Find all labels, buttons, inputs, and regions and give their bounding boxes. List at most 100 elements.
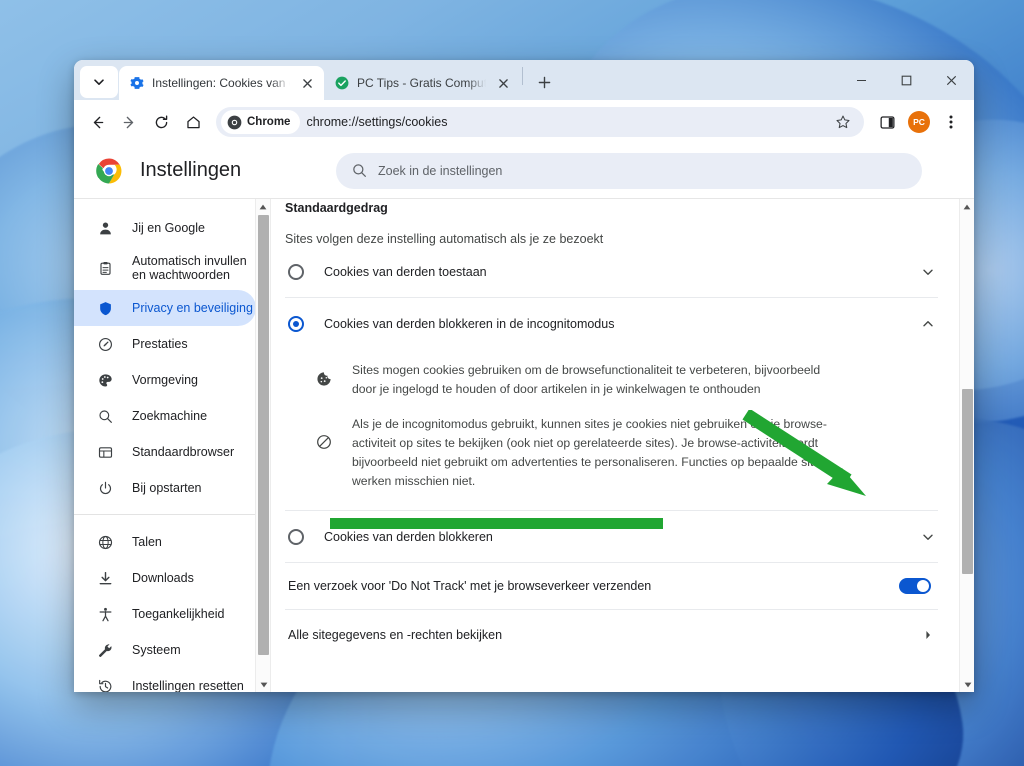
- tab-strip: Instellingen: Cookies van derde PC Tips …: [74, 60, 974, 100]
- radio-button[interactable]: [288, 529, 304, 545]
- bookmark-button[interactable]: [828, 107, 858, 137]
- new-tab-button[interactable]: [529, 67, 559, 97]
- chevron-down-icon: [93, 76, 105, 88]
- settings-search-input[interactable]: Zoek in de instellingen: [336, 153, 922, 189]
- sidebar-item-zoekmachine[interactable]: Zoekmachine: [74, 398, 256, 434]
- wrench-icon: [96, 641, 114, 659]
- reload-icon: [153, 114, 170, 131]
- sidebar-item-jij-en-google[interactable]: Jij en Google: [74, 210, 256, 246]
- settings-content: Standaardgedrag Sites volgen deze instel…: [270, 199, 974, 692]
- minimize-icon: [856, 75, 867, 86]
- sidebar-item-downloads[interactable]: Downloads: [74, 560, 256, 596]
- tab-settings[interactable]: Instellingen: Cookies van derde: [119, 66, 324, 100]
- close-icon: [946, 75, 957, 86]
- do-not-track-row[interactable]: Een verzoek voor 'Do Not Track' met je b…: [285, 562, 938, 610]
- green-check-icon: [335, 76, 349, 90]
- chevron-up-icon[interactable]: [918, 318, 938, 330]
- chevron-down-icon[interactable]: [918, 531, 938, 543]
- tab-close-button[interactable]: [298, 74, 316, 92]
- close-window-button[interactable]: [929, 60, 974, 100]
- sidebar-item-privacy-en-beveiliging[interactable]: Privacy en beveiliging: [74, 290, 256, 326]
- sidebar-item-label: Downloads: [132, 571, 194, 585]
- tab-search-button[interactable]: [80, 66, 118, 98]
- all-site-data-label: Alle sitegegevens en -rechten bekijken: [288, 628, 918, 642]
- chrome-origin-chip[interactable]: Chrome: [221, 110, 300, 134]
- chrome-icon: [227, 115, 242, 130]
- search-icon: [96, 407, 114, 425]
- forward-button[interactable]: [114, 107, 144, 137]
- sidebar-item-bij-opstarten[interactable]: Bij opstarten: [74, 470, 256, 506]
- radio-button[interactable]: [288, 264, 304, 280]
- palette-icon: [96, 371, 114, 389]
- detail-row-incognito: Als je de incognitomodus gebruikt, kunne…: [285, 408, 938, 500]
- tab-separator: [522, 67, 523, 85]
- sidebar-item-prestaties[interactable]: Prestaties: [74, 326, 256, 362]
- tab-title: PC Tips - Gratis Computer Tips: [357, 76, 486, 90]
- page-scrollbar-thumb[interactable]: [962, 389, 973, 574]
- tab-close-button[interactable]: [494, 74, 512, 92]
- expanded-description-area: Sites mogen cookies gebruiken om de brow…: [285, 350, 938, 510]
- address-bar[interactable]: Chrome chrome://settings/cookies: [216, 107, 864, 137]
- radio-block-third-party-incognito[interactable]: Cookies van derden blokkeren in de incog…: [285, 298, 938, 350]
- sidebar-item-toegankelijkheid[interactable]: Toegankelijkheid: [74, 596, 256, 632]
- sidebar-scrollbar-thumb[interactable]: [258, 215, 269, 655]
- chevron-right-icon[interactable]: [918, 630, 938, 640]
- history-reset-icon: [96, 677, 114, 692]
- star-icon: [835, 114, 851, 130]
- home-icon: [185, 114, 202, 131]
- sidebar-item-label: Bij opstarten: [132, 481, 201, 495]
- scroll-down-arrow-icon[interactable]: [256, 677, 270, 692]
- reload-button[interactable]: [146, 107, 176, 137]
- sidebar-item-label: Jij en Google: [132, 221, 205, 235]
- settings-gear-icon: [130, 76, 144, 90]
- radio-label: Cookies van derden blokkeren in de incog…: [324, 317, 898, 331]
- default-behavior-title: Standaardgedrag: [285, 199, 938, 215]
- scroll-up-arrow-icon[interactable]: [960, 199, 974, 214]
- scroll-down-arrow-icon[interactable]: [960, 677, 974, 692]
- default-behavior-subtitle: Sites volgen deze instelling automatisch…: [285, 215, 938, 246]
- scroll-up-arrow-icon[interactable]: [256, 199, 270, 214]
- url-text[interactable]: chrome://settings/cookies: [306, 115, 822, 129]
- three-dots-icon: [943, 114, 959, 130]
- side-panel-button[interactable]: [872, 107, 902, 137]
- do-not-track-toggle[interactable]: [899, 578, 931, 594]
- radio-label: Cookies van derden blokkeren: [324, 530, 898, 544]
- sidebar-item-systeem[interactable]: Systeem: [74, 632, 256, 668]
- detail-row-cookies: Sites mogen cookies gebruiken om de brow…: [285, 354, 938, 408]
- sidebar-item-label: Systeem: [132, 643, 181, 657]
- radio-button[interactable]: [288, 316, 304, 332]
- settings-search-placeholder: Zoek in de instellingen: [378, 164, 502, 178]
- back-arrow-icon: [89, 114, 106, 131]
- sidebar-item-vormgeving[interactable]: Vormgeving: [74, 362, 256, 398]
- power-icon: [96, 479, 114, 497]
- maximize-icon: [901, 75, 912, 86]
- sidebar-item-standaardbrowser[interactable]: Standaardbrowser: [74, 434, 256, 470]
- sidebar-item-talen[interactable]: Talen: [74, 524, 256, 560]
- plus-icon: [538, 76, 551, 89]
- sidebar-item-label: Privacy en beveiliging: [132, 301, 253, 315]
- tab-pctips[interactable]: PC Tips - Gratis Computer Tips: [324, 66, 520, 100]
- speedometer-icon: [96, 335, 114, 353]
- chevron-down-icon[interactable]: [918, 266, 938, 278]
- page-scrollbar[interactable]: [959, 199, 974, 692]
- radio-allow-third-party-cookies[interactable]: Cookies van derden toestaan: [285, 246, 938, 298]
- back-button[interactable]: [82, 107, 112, 137]
- forward-arrow-icon: [121, 114, 138, 131]
- sidebar-divider: [74, 514, 270, 515]
- minimize-button[interactable]: [839, 60, 884, 100]
- sidebar-item-instellingen-resetten[interactable]: Instellingen resetten: [74, 668, 256, 692]
- maximize-button[interactable]: [884, 60, 929, 100]
- sidebar-item-automatisch-invullen[interactable]: Automatisch invullen en wachtwoorden: [74, 246, 256, 290]
- sidebar-item-label: Standaardbrowser: [132, 445, 234, 459]
- all-site-data-row[interactable]: Alle sitegegevens en -rechten bekijken: [285, 610, 938, 660]
- search-icon: [352, 163, 367, 178]
- chrome-menu-button[interactable]: [936, 107, 966, 137]
- profile-avatar-button[interactable]: PC: [904, 107, 934, 137]
- green-underline-annotation: [330, 518, 663, 529]
- cookies-settings-panel: Standaardgedrag Sites volgen deze instel…: [271, 199, 974, 692]
- home-button[interactable]: [178, 107, 208, 137]
- sidebar-scrollbar[interactable]: [255, 199, 270, 692]
- sidebar-item-label: Vormgeving: [132, 373, 198, 387]
- chrome-chip-label: Chrome: [247, 116, 290, 128]
- sidebar-item-label: Prestaties: [132, 337, 188, 351]
